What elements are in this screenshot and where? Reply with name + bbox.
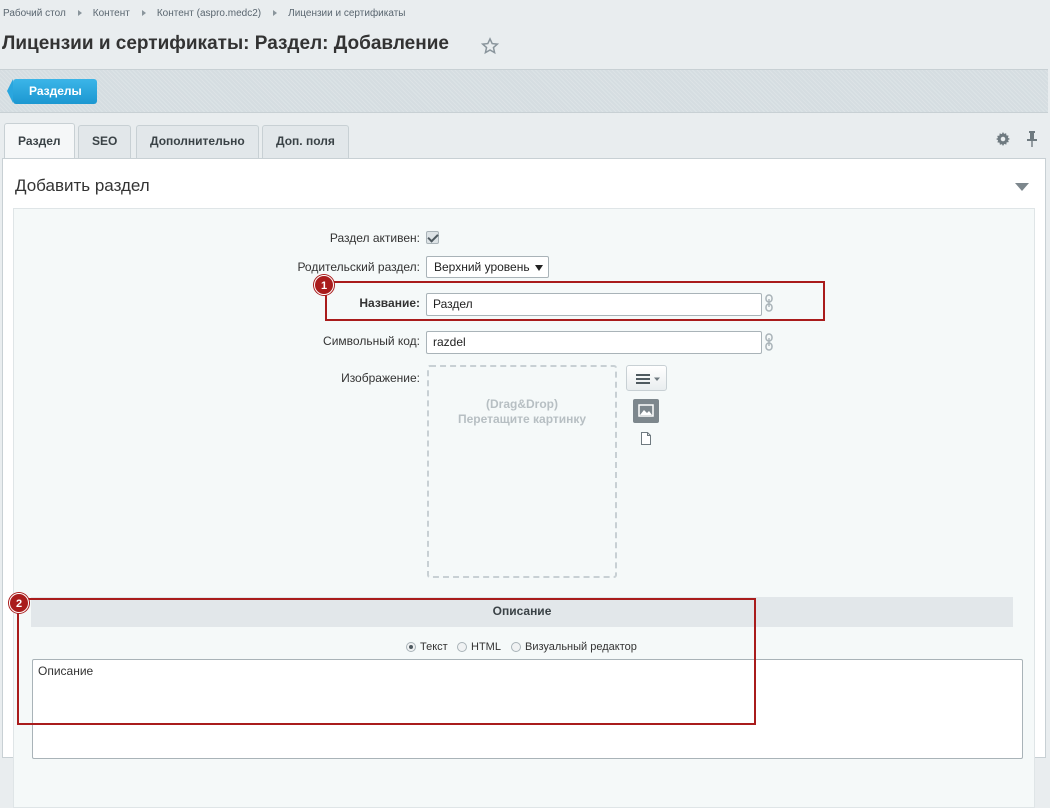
radio-checked-icon [406, 642, 416, 652]
gear-icon[interactable] [996, 132, 1010, 146]
description-textarea[interactable]: Описание [32, 659, 1023, 759]
tab-additional[interactable]: Дополнительно [136, 125, 259, 158]
dropzone-hint-text: Перетащите картинку [457, 412, 587, 426]
image-label: Изображение: [341, 371, 420, 385]
mode-text-radio[interactable]: Текст [406, 641, 448, 653]
breadcrumb-item[interactable]: Лицензии и сертификаты [288, 8, 405, 19]
parent-section-select[interactable]: Верхний уровень [426, 256, 549, 278]
radio-icon [457, 642, 467, 652]
sections-back-button[interactable]: Разделы [7, 79, 97, 104]
mode-visual-label: Визуальный редактор [525, 641, 637, 653]
star-icon[interactable] [481, 37, 499, 55]
code-input[interactable]: razdel [426, 331, 762, 354]
caret-down-icon [535, 265, 543, 271]
mode-html-label: HTML [471, 641, 501, 653]
tab-seo[interactable]: SEO [78, 125, 132, 158]
chevron-right-icon [273, 10, 278, 16]
image-upload-button[interactable] [633, 399, 659, 423]
annotation-badge-2: 2 [9, 593, 29, 613]
mode-text-label: Текст [420, 641, 448, 653]
dropzone-hint: (Drag&Drop) [486, 397, 558, 411]
collapse-icon[interactable] [1015, 183, 1029, 191]
panel-title: Добавить раздел [15, 176, 150, 195]
active-checkbox[interactable] [426, 231, 439, 244]
breadcrumb-item[interactable]: Контент (aspro.medc2) [157, 8, 261, 19]
active-label: Раздел активен: [329, 231, 420, 245]
name-label: Название: [359, 296, 420, 310]
radio-icon [511, 642, 521, 652]
mode-html-radio[interactable]: HTML [457, 641, 501, 653]
image-dropzone[interactable]: (Drag&Drop) Перетащите картинку [427, 365, 617, 578]
page-title: Лицензии и сертификаты: Раздел: Добавлен… [2, 33, 449, 54]
parent-section-label: Родительский раздел: [297, 260, 420, 274]
link-icon[interactable] [765, 294, 773, 312]
breadcrumb: Рабочий стол Контент Контент (aspro.medc… [3, 6, 405, 20]
file-icon[interactable] [641, 432, 651, 445]
tab-section[interactable]: Раздел [4, 123, 75, 159]
tab-extra-fields[interactable]: Доп. поля [262, 125, 349, 158]
code-label: Символьный код: [323, 334, 420, 348]
toolbar: Разделы [0, 69, 1048, 113]
breadcrumb-item[interactable]: Рабочий стол [3, 8, 66, 19]
chevron-right-icon [77, 10, 82, 16]
image-icon [638, 404, 654, 417]
image-menu-button[interactable] [626, 365, 667, 391]
annotation-badge-1: 1 [314, 275, 334, 295]
pin-icon[interactable] [1026, 131, 1038, 147]
parent-section-value: Верхний уровень [434, 260, 530, 274]
link-icon[interactable] [765, 333, 773, 351]
name-input[interactable]: Раздел [426, 293, 762, 316]
menu-icon [636, 374, 660, 384]
description-header: Описание [31, 597, 1013, 627]
breadcrumb-item[interactable]: Контент [93, 8, 130, 19]
mode-visual-radio[interactable]: Визуальный редактор [511, 641, 637, 653]
chevron-right-icon [141, 10, 146, 16]
